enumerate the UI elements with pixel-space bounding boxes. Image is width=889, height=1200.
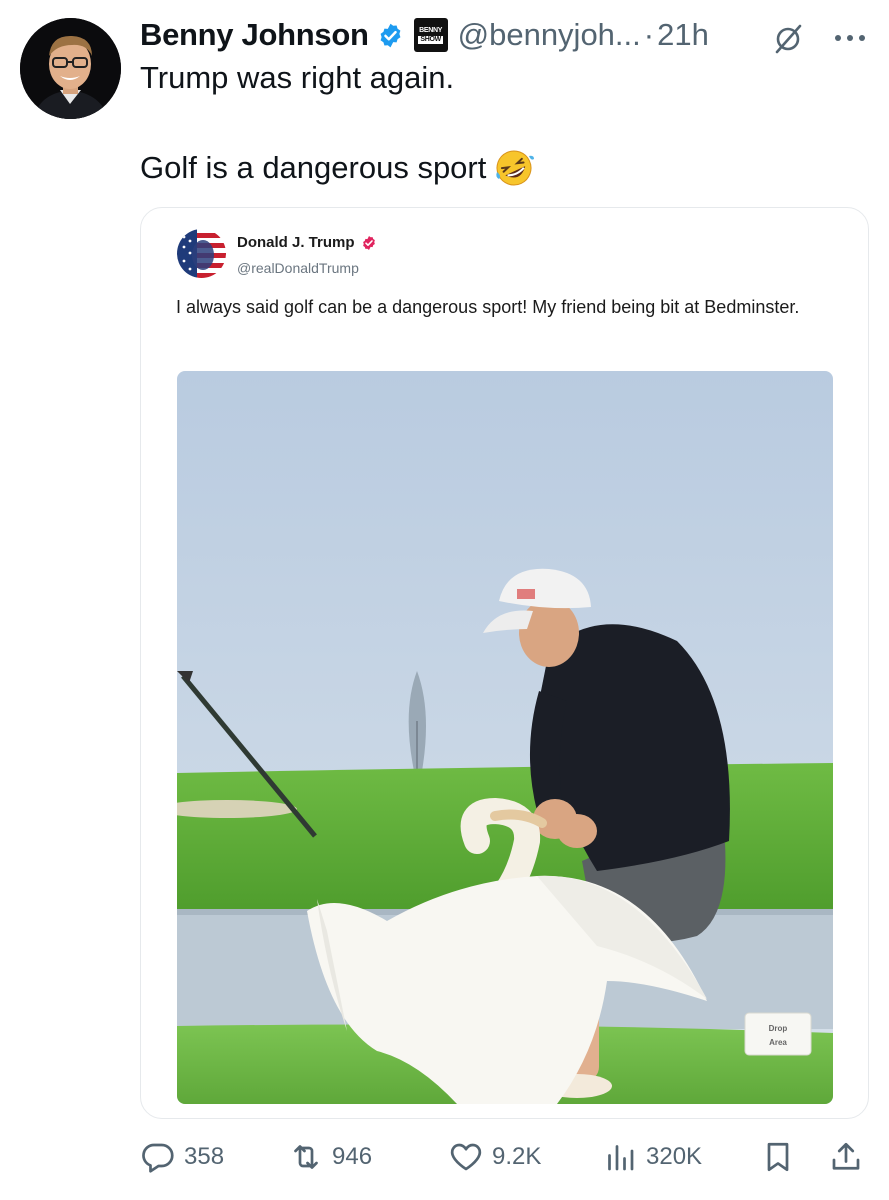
tweet-text-line-2: Golf is a dangerous sport <box>140 148 535 188</box>
like-icon <box>450 1143 482 1171</box>
repost-button[interactable]: 946 <box>288 1132 372 1182</box>
reply-icon <box>142 1143 174 1173</box>
repost-count: 946 <box>332 1143 373 1170</box>
share-icon <box>832 1142 860 1170</box>
tweet-header: Benny Johnson BENNY SHOW @bennyjoh... · … <box>140 13 875 57</box>
quoted-post-image[interactable]: Drop Area <box>177 371 833 1104</box>
like-count: 9.2K <box>492 1143 542 1170</box>
reply-count: 358 <box>184 1143 225 1170</box>
quoted-author-display-name[interactable]: Donald J. Trump <box>237 234 355 251</box>
like-button[interactable]: 9.2K <box>448 1132 541 1182</box>
rolling-on-floor-laughing-emoji-icon <box>496 150 535 186</box>
affiliate-badge-icon[interactable]: BENNY SHOW <box>413 18 448 52</box>
author-avatar[interactable] <box>20 18 121 119</box>
quoted-post-text: I always said golf can be a dangerous sp… <box>176 297 800 317</box>
drop-sign-line-2: Area <box>769 1038 787 1047</box>
author-display-name[interactable]: Benny Johnson <box>140 17 369 53</box>
views-button[interactable]: 320K <box>602 1132 702 1182</box>
verified-badge-icon <box>380 23 401 47</box>
views-count: 320K <box>646 1143 703 1170</box>
repost-icon <box>294 1145 318 1169</box>
share-button[interactable] <box>828 1132 864 1182</box>
quoted-author-handle[interactable]: @realDonaldTrump <box>237 260 359 276</box>
author-handle[interactable]: @bennyjoh... <box>458 17 641 53</box>
grok-icon[interactable] <box>773 24 803 54</box>
drop-sign-line-1: Drop <box>769 1024 788 1033</box>
bookmark-button[interactable] <box>760 1132 796 1182</box>
more-icon[interactable] <box>833 33 867 43</box>
tweet-actions: 358 946 9.2K 320K <box>140 1132 875 1182</box>
separator: · <box>643 17 655 52</box>
quoted-author-name-row: Donald J. Trump <box>237 234 377 251</box>
quoted-author-avatar[interactable] <box>177 229 226 278</box>
bookmark-icon <box>767 1142 789 1172</box>
quoted-post-card[interactable]: Donald J. Trump @realDonaldTrump I alway… <box>140 207 869 1119</box>
reply-button[interactable]: 358 <box>140 1132 224 1182</box>
views-icon <box>608 1145 634 1171</box>
tweet-time[interactable]: 21h <box>657 17 709 53</box>
tweet-text-line-1: Trump was right again. <box>140 60 455 95</box>
verified-badge-icon <box>362 235 375 250</box>
